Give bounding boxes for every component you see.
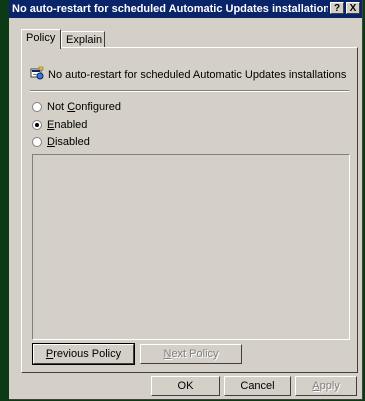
tab-explain-label: Explain — [66, 34, 103, 46]
window-title: No auto-restart for scheduled Automatic … — [12, 3, 328, 15]
radio-disabled[interactable]: Disabled — [32, 135, 90, 149]
radio-enabled-circle[interactable] — [32, 120, 42, 130]
tab-policy[interactable]: Policy — [21, 29, 61, 49]
radio-not-configured[interactable]: Not Configured — [32, 100, 121, 114]
next-policy-button: Next Policy — [140, 344, 242, 364]
tab-policy-label: Policy — [26, 32, 56, 44]
help-button[interactable]: ? — [330, 2, 344, 14]
policy-name: No auto-restart for scheduled Automatic … — [48, 68, 347, 81]
policy-tab-panel: No auto-restart for scheduled Automatic … — [21, 47, 358, 373]
cancel-button[interactable]: Cancel — [224, 376, 291, 396]
title-bar[interactable]: No auto-restart for scheduled Automatic … — [9, 0, 362, 18]
settings-area — [32, 154, 350, 340]
policy-setting-icon — [30, 66, 44, 83]
radio-not-configured-circle[interactable] — [32, 102, 42, 112]
ok-button[interactable]: OK — [151, 376, 220, 396]
previous-policy-button[interactable]: Previous Policy — [32, 343, 135, 365]
policy-properties-dialog: No auto-restart for scheduled Automatic … — [9, 0, 363, 400]
radio-disabled-circle[interactable] — [32, 137, 42, 147]
policy-header: No auto-restart for scheduled Automatic … — [30, 66, 346, 83]
radio-enabled[interactable]: Enabled — [32, 118, 87, 132]
radio-enabled-label: Enabled — [47, 119, 88, 131]
radio-disabled-label: Disabled — [47, 136, 90, 148]
divider — [30, 90, 349, 92]
close-button[interactable]: X — [346, 2, 360, 14]
radio-not-configured-label: Not Configured — [47, 101, 122, 113]
apply-button: Apply — [295, 376, 357, 396]
